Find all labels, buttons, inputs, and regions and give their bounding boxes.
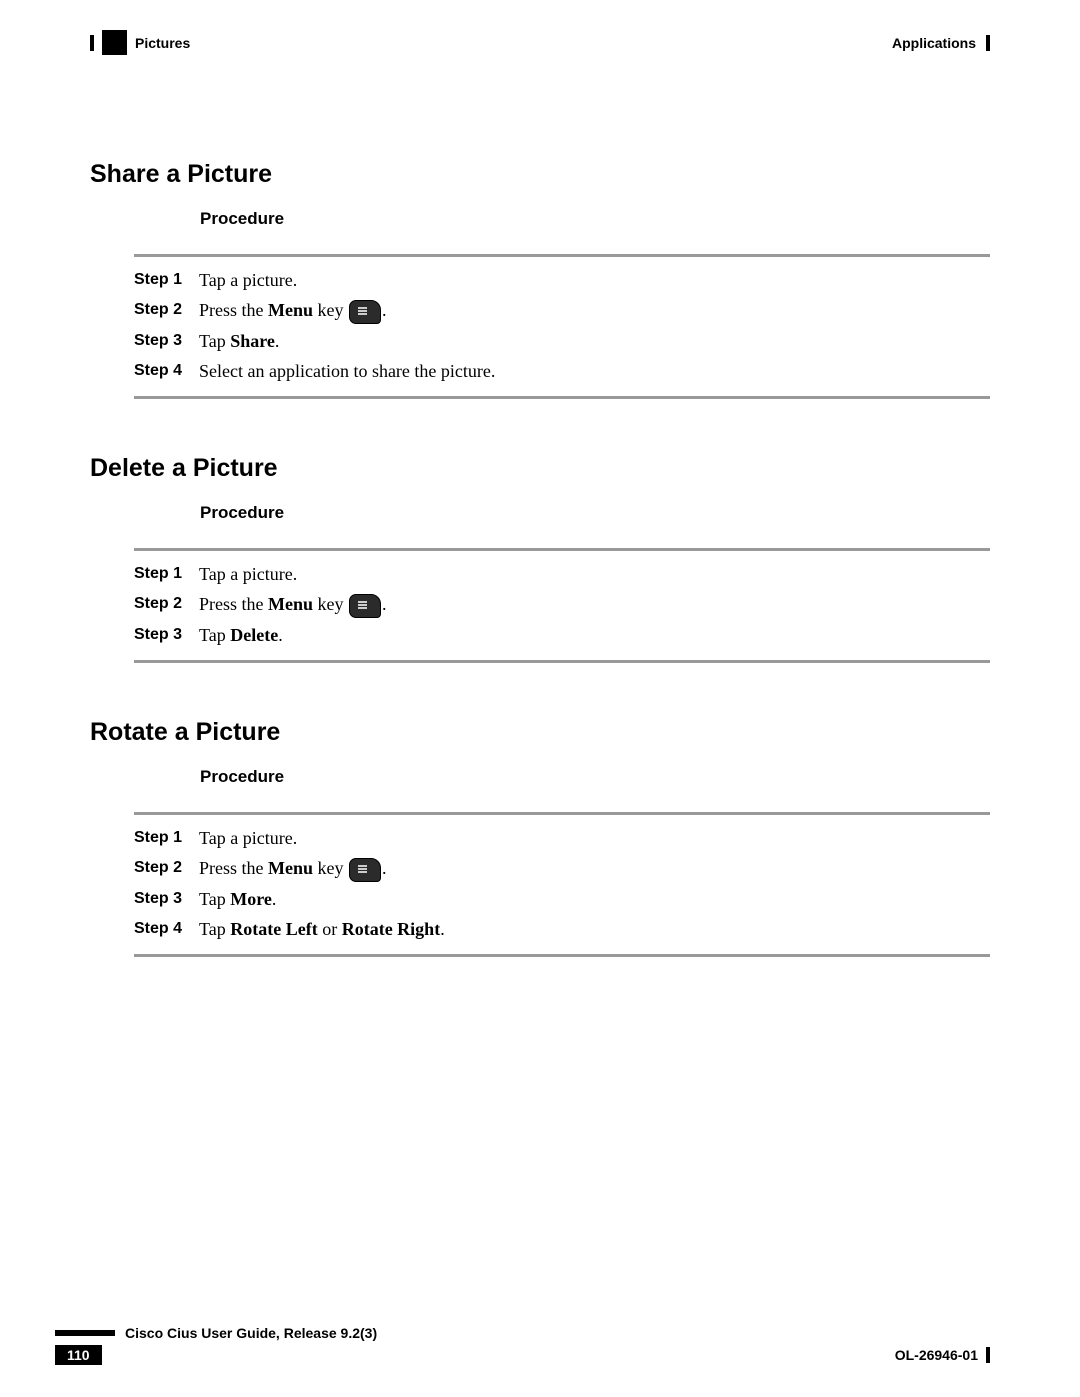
footer-top-bar	[55, 1330, 115, 1336]
steps-list-share: Step 1 Tap a picture. Step 2 Press the M…	[134, 267, 990, 384]
page-footer: Cisco Cius User Guide, Release 9.2(3) 11…	[55, 1325, 990, 1365]
step-text: Press the Menu key .	[199, 297, 387, 324]
header-left: Pictures	[90, 30, 190, 55]
step-label: Step 1	[134, 825, 199, 851]
header-right-label: Applications	[892, 35, 976, 51]
step-text: Tap a picture.	[199, 267, 297, 293]
step-text: Press the Menu key .	[199, 591, 387, 618]
footer-bottom: 110 OL-26946-01	[55, 1345, 990, 1365]
step-row: Step 4 Select an application to share th…	[134, 358, 990, 384]
divider	[134, 660, 990, 663]
footer-bottom-right: OL-26946-01	[895, 1347, 990, 1363]
divider	[134, 396, 990, 399]
menu-key-icon	[349, 858, 381, 882]
header-left-label: Pictures	[135, 35, 190, 51]
step-text: Tap a picture.	[199, 825, 297, 851]
step-label: Step 4	[134, 358, 199, 384]
header-right: Applications	[892, 35, 990, 51]
header-left-bar	[90, 35, 94, 51]
procedure-heading: Procedure	[200, 767, 990, 787]
page-number: 110	[55, 1345, 102, 1365]
divider	[134, 954, 990, 957]
step-text: Tap a picture.	[199, 561, 297, 587]
step-text: Tap Rotate Left or Rotate Right.	[199, 916, 445, 942]
menu-key-icon	[349, 594, 381, 618]
step-row: Step 2 Press the Menu key .	[134, 591, 990, 618]
step-row: Step 3 Tap Delete.	[134, 622, 990, 648]
step-label: Step 2	[134, 297, 199, 323]
step-text: Tap More.	[199, 886, 276, 912]
menu-key-icon	[349, 300, 381, 324]
step-row: Step 3 Tap More.	[134, 886, 990, 912]
step-label: Step 1	[134, 267, 199, 293]
step-row: Step 3 Tap Share.	[134, 328, 990, 354]
steps-list-delete: Step 1 Tap a picture. Step 2 Press the M…	[134, 561, 990, 648]
header-right-bar	[986, 35, 990, 51]
header-marker-box	[102, 30, 127, 55]
steps-list-rotate: Step 1 Tap a picture. Step 2 Press the M…	[134, 825, 990, 942]
step-label: Step 2	[134, 591, 199, 617]
step-row: Step 2 Press the Menu key .	[134, 855, 990, 882]
section-title-delete: Delete a Picture	[90, 454, 990, 483]
step-label: Step 3	[134, 622, 199, 648]
step-text: Tap Delete.	[199, 622, 283, 648]
step-label: Step 3	[134, 886, 199, 912]
step-row: Step 2 Press the Menu key .	[134, 297, 990, 324]
procedure-heading: Procedure	[200, 503, 990, 523]
section-title-share: Share a Picture	[90, 160, 990, 189]
page: Pictures Applications Share a Picture Pr…	[0, 0, 1080, 1397]
step-label: Step 1	[134, 561, 199, 587]
footer-bottom-left: 110	[55, 1345, 110, 1365]
step-text: Select an application to share the pictu…	[199, 358, 495, 384]
footer-guide-title: Cisco Cius User Guide, Release 9.2(3)	[125, 1325, 377, 1341]
step-row: Step 1 Tap a picture.	[134, 267, 990, 293]
divider	[134, 548, 990, 551]
divider	[134, 254, 990, 257]
step-label: Step 2	[134, 855, 199, 881]
page-header: Pictures Applications	[90, 30, 990, 55]
step-row: Step 1 Tap a picture.	[134, 561, 990, 587]
section-title-rotate: Rotate a Picture	[90, 718, 990, 747]
step-label: Step 3	[134, 328, 199, 354]
step-text: Tap Share.	[199, 328, 279, 354]
footer-top: Cisco Cius User Guide, Release 9.2(3)	[55, 1325, 990, 1341]
procedure-heading: Procedure	[200, 209, 990, 229]
footer-doc-id: OL-26946-01	[895, 1347, 978, 1363]
step-row: Step 1 Tap a picture.	[134, 825, 990, 851]
divider	[134, 812, 990, 815]
step-text: Press the Menu key .	[199, 855, 387, 882]
footer-right-bar	[986, 1347, 990, 1363]
step-label: Step 4	[134, 916, 199, 942]
step-row: Step 4 Tap Rotate Left or Rotate Right.	[134, 916, 990, 942]
